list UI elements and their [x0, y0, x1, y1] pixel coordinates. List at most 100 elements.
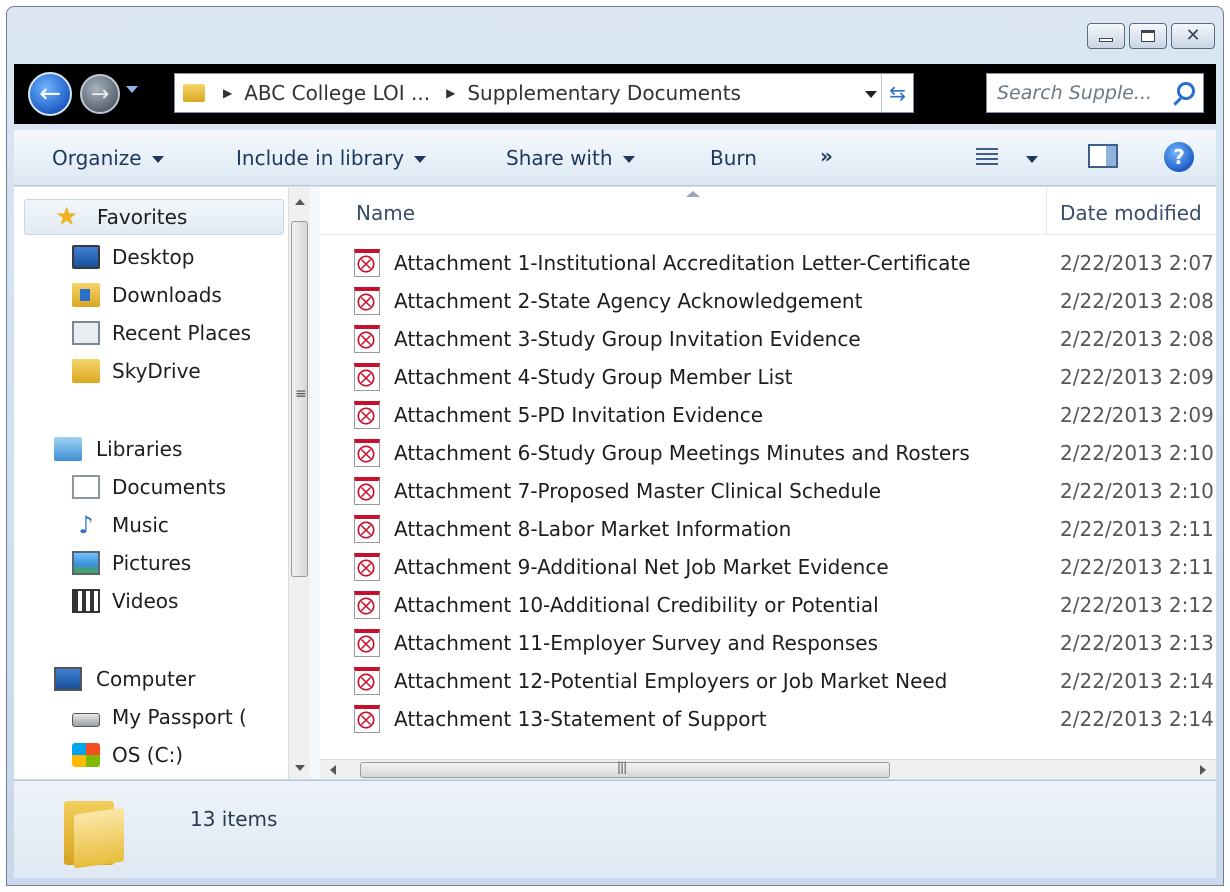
- table-row[interactable]: Attachment 2-State Agency Acknowledgemen…: [354, 283, 1214, 319]
- scroll-right-icon[interactable]: [1200, 765, 1206, 775]
- chevron-down-icon: [622, 156, 635, 163]
- computer-icon: [54, 667, 82, 691]
- file-name: Attachment 5-PD Invitation Evidence: [394, 403, 764, 427]
- breadcrumb-current[interactable]: Supplementary Documents: [467, 81, 741, 105]
- maximize-icon: [1141, 30, 1155, 42]
- refresh-button[interactable]: ⇆: [881, 74, 913, 112]
- search-box[interactable]: [986, 73, 1204, 113]
- nav-music[interactable]: ♪ Music: [72, 507, 169, 543]
- nav-libraries[interactable]: Libraries: [54, 431, 182, 467]
- nav-pictures-label: Pictures: [112, 551, 192, 575]
- file-date: 2/22/2013 2:07: [1060, 251, 1214, 275]
- pdf-file-icon: [354, 667, 380, 695]
- back-button[interactable]: ←: [28, 72, 72, 116]
- horizontal-scroll-thumb[interactable]: [360, 760, 890, 778]
- file-name: Attachment 2-State Agency Acknowledgemen…: [394, 289, 863, 313]
- horizontal-scrollbar[interactable]: [320, 759, 1216, 779]
- scroll-down-icon[interactable]: [295, 765, 305, 771]
- scroll-left-icon[interactable]: [330, 765, 336, 775]
- table-row[interactable]: Attachment 11-Employer Survey and Respon…: [354, 625, 1214, 661]
- nav-computer[interactable]: Computer: [54, 661, 195, 697]
- file-date: 2/22/2013 2:11: [1060, 555, 1214, 579]
- table-row[interactable]: Attachment 13-Statement of Support 2/22/…: [354, 701, 1214, 737]
- details-pane: 13 items: [14, 780, 1216, 878]
- column-header: Name Date modified: [320, 187, 1216, 235]
- forward-button[interactable]: →: [80, 74, 120, 114]
- organize-button[interactable]: Organize: [52, 146, 164, 170]
- refresh-icon: ⇆: [889, 81, 906, 105]
- column-date-modified-header[interactable]: Date modified: [1060, 201, 1202, 225]
- table-row[interactable]: Attachment 5-PD Invitation Evidence 2/22…: [354, 397, 1214, 433]
- table-row[interactable]: Attachment 8-Labor Market Information 2/…: [354, 511, 1214, 547]
- nav-favorites-label: Favorites: [97, 205, 188, 229]
- arrow-left-icon: ←: [39, 79, 61, 109]
- nav-pictures[interactable]: Pictures: [72, 545, 191, 581]
- more-commands-button[interactable]: »: [820, 144, 833, 168]
- search-icon[interactable]: [1177, 82, 1195, 100]
- nav-skydrive[interactable]: SkyDrive: [72, 353, 201, 389]
- nav-desktop-label: Desktop: [112, 245, 195, 269]
- file-date: 2/22/2013 2:11: [1060, 517, 1214, 541]
- nav-desktop[interactable]: Desktop: [72, 239, 194, 275]
- table-row[interactable]: Attachment 12-Potential Employers or Job…: [354, 663, 1214, 699]
- external-drive-icon: [72, 713, 100, 727]
- maximize-button[interactable]: [1129, 23, 1167, 49]
- file-name: Attachment 9-Additional Net Job Market E…: [394, 555, 889, 579]
- nav-documents[interactable]: Documents: [72, 469, 226, 505]
- pdf-file-icon: [354, 363, 380, 391]
- column-divider[interactable]: [1046, 187, 1047, 235]
- pdf-file-icon: [354, 477, 380, 505]
- table-row[interactable]: Attachment 7-Proposed Master Clinical Sc…: [354, 473, 1214, 509]
- nav-os-drive-label: OS (C:): [112, 743, 184, 767]
- scroll-up-icon[interactable]: [295, 199, 305, 205]
- help-icon[interactable]: ?: [1164, 142, 1194, 172]
- downloads-folder-icon: [72, 283, 100, 307]
- skydrive-folder-icon: [72, 359, 100, 383]
- file-name: Attachment 10-Additional Credibility or …: [394, 593, 879, 617]
- table-row[interactable]: Attachment 6-Study Group Meetings Minute…: [354, 435, 1214, 471]
- pictures-icon: [72, 551, 100, 575]
- table-row[interactable]: Attachment 1-Institutional Accreditation…: [354, 245, 1214, 281]
- pane-splitter[interactable]: [310, 187, 320, 779]
- table-row[interactable]: Attachment 10-Additional Credibility or …: [354, 587, 1214, 623]
- view-options-icon[interactable]: [976, 148, 998, 166]
- nav-my-passport[interactable]: My Passport (: [72, 699, 247, 735]
- table-row[interactable]: Attachment 3-Study Group Invitation Evid…: [354, 321, 1214, 357]
- include-in-library-button[interactable]: Include in library: [236, 146, 427, 170]
- minimize-button[interactable]: [1087, 23, 1125, 49]
- pdf-file-icon: [354, 515, 380, 543]
- breadcrumb-separator-icon[interactable]: ▶: [223, 86, 232, 100]
- breadcrumb-separator-icon[interactable]: ▶: [446, 86, 455, 100]
- pdf-file-icon: [354, 439, 380, 467]
- nav-downloads[interactable]: Downloads: [72, 277, 222, 313]
- chevron-down-icon[interactable]: [1026, 156, 1038, 163]
- navigation-scroll-thumb[interactable]: [291, 221, 308, 577]
- navigation-scrollbar[interactable]: [288, 187, 310, 779]
- nav-videos[interactable]: Videos: [72, 583, 178, 619]
- nav-os-drive[interactable]: OS (C:): [72, 737, 183, 773]
- address-dropdown-icon[interactable]: [865, 91, 877, 98]
- breadcrumb-parent[interactable]: ABC College LOI ...: [244, 81, 430, 105]
- nav-skydrive-label: SkyDrive: [112, 359, 201, 383]
- search-input[interactable]: [997, 82, 1167, 104]
- close-button[interactable]: ✕: [1171, 23, 1215, 49]
- column-name-header[interactable]: Name: [356, 201, 415, 225]
- share-with-button[interactable]: Share with: [506, 146, 635, 170]
- table-row[interactable]: Attachment 4-Study Group Member List 2/2…: [354, 359, 1214, 395]
- preview-pane-icon[interactable]: [1088, 144, 1118, 168]
- file-name: Attachment 8-Labor Market Information: [394, 517, 792, 541]
- nav-recent-places[interactable]: Recent Places: [72, 315, 251, 351]
- nav-music-label: Music: [112, 513, 169, 537]
- burn-button[interactable]: Burn: [710, 146, 757, 170]
- music-note-icon: ♪: [78, 511, 94, 539]
- file-name: Attachment 7-Proposed Master Clinical Sc…: [394, 479, 882, 503]
- file-name: Attachment 11-Employer Survey and Respon…: [394, 631, 878, 655]
- recent-pages-dropdown[interactable]: [126, 86, 138, 93]
- file-list: Name Date modified Attachment 1-Institut…: [320, 187, 1216, 779]
- file-date: 2/22/2013 2:09: [1060, 365, 1214, 389]
- star-icon: ★: [55, 202, 79, 232]
- table-row[interactable]: Attachment 9-Additional Net Job Market E…: [354, 549, 1214, 585]
- file-date: 2/22/2013 2:08: [1060, 289, 1214, 313]
- nav-favorites[interactable]: ★ Favorites: [24, 199, 284, 235]
- address-bar[interactable]: ▶ ABC College LOI ... ▶ Supplementary Do…: [174, 73, 914, 113]
